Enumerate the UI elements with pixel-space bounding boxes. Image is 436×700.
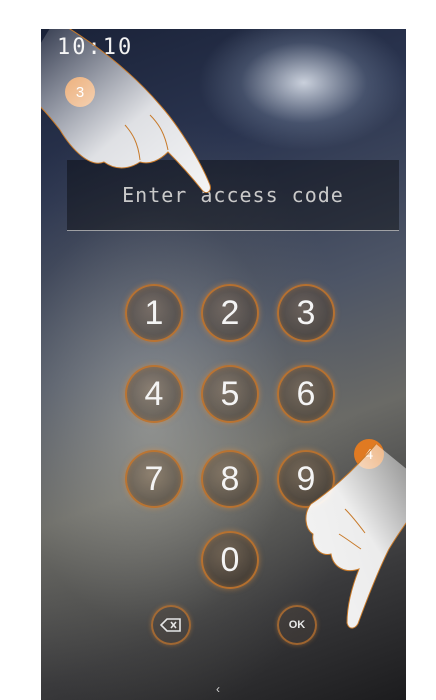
keypad-key-0[interactable]: 0 (201, 531, 259, 589)
chevron-up-icon: ‹ (216, 682, 220, 696)
keypad-key-7[interactable]: 7 (125, 450, 183, 508)
pointing-finger-icon (41, 29, 211, 193)
keypad-key-5[interactable]: 5 (201, 365, 259, 423)
keypad-key-3[interactable]: 3 (277, 284, 335, 342)
keypad-key-8[interactable]: 8 (201, 450, 259, 508)
keypad-key-2[interactable]: 2 (201, 284, 259, 342)
keypad-key-1[interactable]: 1 (125, 284, 183, 342)
keypad-key-4[interactable]: 4 (125, 365, 183, 423)
backspace-button[interactable] (151, 605, 191, 645)
lock-screen: 10:10 Enter access code 1 2 3 4 5 6 7 8 … (41, 29, 406, 700)
backspace-icon (160, 618, 181, 632)
pointing-finger-icon (305, 443, 406, 629)
